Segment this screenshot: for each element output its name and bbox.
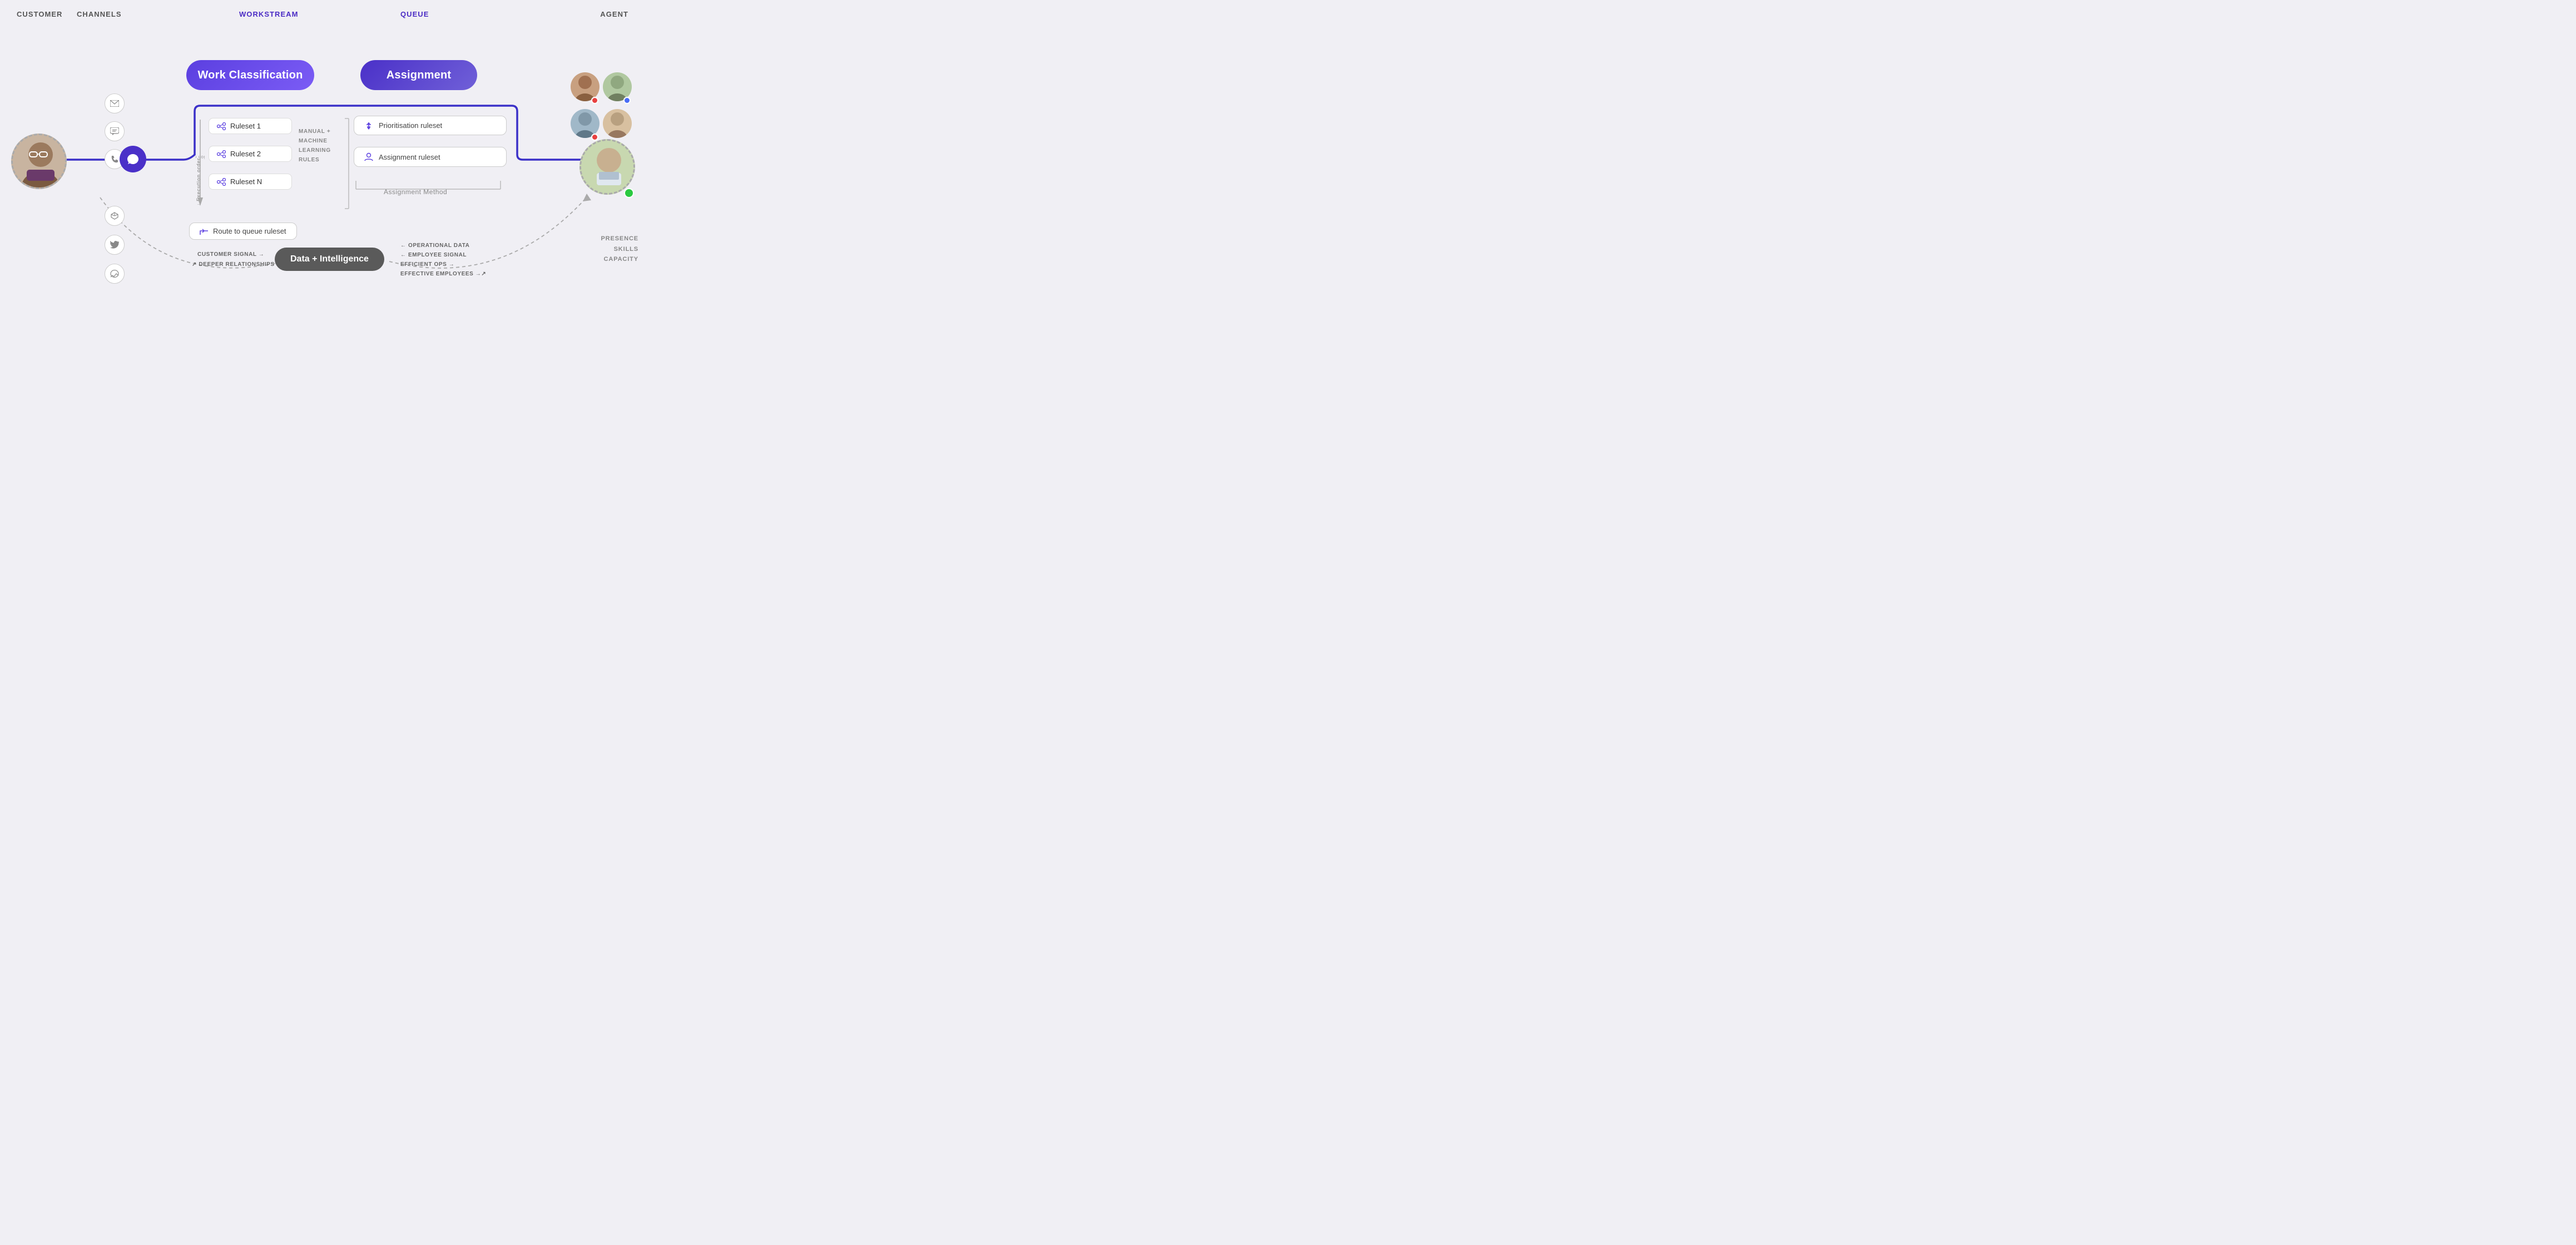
customer-signal-label: CUSTOMER SIGNAL → bbox=[197, 251, 264, 258]
email-channel-icon[interactable] bbox=[105, 93, 125, 113]
ml-rules-label: MANUAL +MACHINELEARNINGRULES bbox=[299, 127, 331, 165]
execution-order-arrow: Execution order bbox=[196, 120, 205, 206]
ruleset-1[interactable]: Ruleset 1 bbox=[209, 118, 292, 134]
ruleset-2[interactable]: Ruleset 2 bbox=[209, 146, 292, 162]
status-dot-red-2 bbox=[591, 134, 598, 141]
sms-channel-icon[interactable] bbox=[105, 121, 125, 141]
main-agent-avatar bbox=[579, 139, 635, 195]
customer-avatar bbox=[11, 134, 67, 189]
status-dot-blue-1 bbox=[623, 97, 631, 104]
header-channels: CHANNELS bbox=[77, 10, 122, 18]
route-to-queue-box[interactable]: Route to queue ruleset bbox=[189, 223, 297, 240]
presence-skills-capacity: PRESENCE SKILLS CAPACITY bbox=[601, 234, 638, 265]
operational-data-label: ← OPERATIONAL DATA bbox=[400, 243, 470, 249]
data-intelligence-pill[interactable]: Data + Intelligence bbox=[275, 248, 384, 271]
messenger-channel-icon[interactable] bbox=[105, 264, 125, 284]
effective-employees-label: EFFECTIVE EMPLOYEES →↗ bbox=[400, 271, 486, 277]
work-classification-button[interactable]: Work Classification bbox=[186, 60, 314, 90]
header-queue: QUEUE bbox=[400, 10, 429, 18]
assignment-button[interactable]: Assignment bbox=[360, 60, 477, 90]
status-dot-red-1 bbox=[591, 97, 598, 104]
assignment-method-label: Assignment Method bbox=[384, 188, 447, 196]
svg-text:Execution order: Execution order bbox=[196, 155, 205, 160]
ruleset-n[interactable]: Ruleset N bbox=[209, 174, 292, 190]
header-customer: CUSTOMER bbox=[17, 10, 62, 18]
deeper-relationships-label: ↗ DEEPER RELATIONSHIPS bbox=[192, 261, 275, 268]
twitter-channel-icon[interactable] bbox=[105, 235, 125, 255]
efficient-ops-label: EFFICIENT OPS → bbox=[400, 261, 454, 268]
status-dot-green-main bbox=[624, 188, 634, 198]
cube-channel-icon[interactable] bbox=[105, 206, 125, 226]
diagram-container: CUSTOMER CHANNELS WORKSTREAM QUEUE AGENT bbox=[0, 0, 644, 312]
header-workstream: WORKSTREAM bbox=[239, 10, 298, 18]
header-agent: AGENT bbox=[600, 10, 628, 18]
chat-routing-icon bbox=[120, 146, 146, 172]
employee-signal-label: ← EMPLOYEE SIGNAL bbox=[400, 252, 467, 258]
prioritisation-ruleset[interactable]: Prioritisation ruleset bbox=[354, 116, 507, 135]
agent-avatar-4 bbox=[603, 109, 632, 138]
assignment-ruleset[interactable]: Assignment ruleset bbox=[354, 147, 507, 167]
